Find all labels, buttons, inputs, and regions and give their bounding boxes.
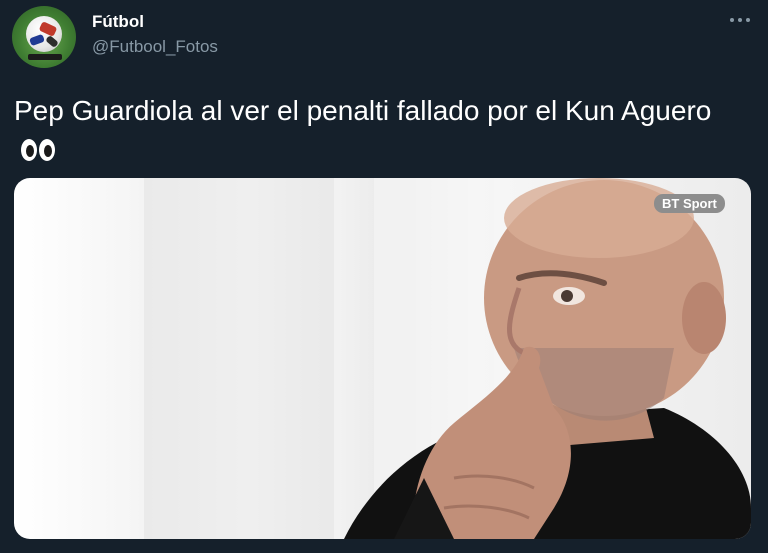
eyes-emoji-icon bbox=[20, 134, 56, 172]
more-options-icon[interactable] bbox=[724, 8, 756, 32]
tweet-text-content: Pep Guardiola al ver el penalti fallado … bbox=[14, 95, 712, 126]
avatar-caption-strip bbox=[28, 54, 62, 60]
person-photo bbox=[344, 178, 751, 539]
bt-sport-watermark: BT Sport bbox=[654, 194, 725, 213]
tweet-text: Pep Guardiola al ver el penalti fallado … bbox=[14, 92, 714, 172]
tweet-media-image[interactable]: BT Sport bbox=[14, 178, 751, 539]
display-name[interactable]: Fútbol bbox=[92, 12, 144, 32]
user-handle[interactable]: @Futbool_Fotos bbox=[92, 37, 218, 57]
avatar[interactable] bbox=[12, 6, 76, 68]
